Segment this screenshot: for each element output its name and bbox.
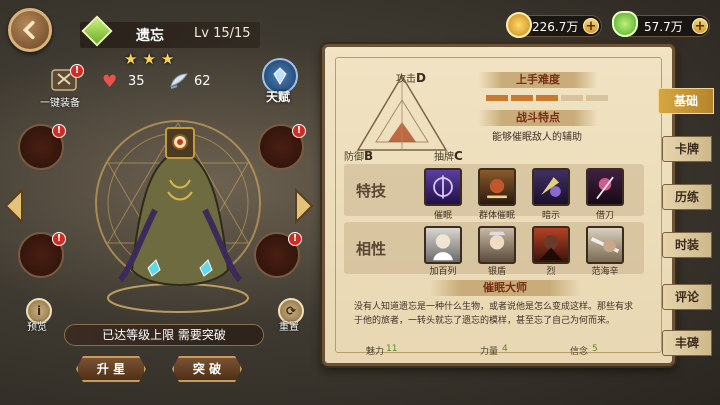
- difficulty-segment: [586, 95, 608, 101]
- speed-value: 62: [194, 74, 211, 89]
- refresh-icon: ⟳: [285, 304, 297, 318]
- silver-shield-portrait-icon: [488, 231, 506, 250]
- reset-label: 重置: [279, 322, 299, 333]
- difficulty-segment: [486, 95, 508, 101]
- skill-name-3: 暗示: [541, 211, 560, 221]
- draw-grade: C: [454, 149, 463, 163]
- skill-card-1[interactable]: [424, 168, 462, 206]
- tab-training[interactable]: 历练: [662, 184, 712, 210]
- equip-slot-2[interactable]: !: [18, 232, 66, 278]
- relation-card-3[interactable]: [532, 226, 570, 264]
- stat-value-1: 11: [386, 344, 398, 354]
- defense-grade: B: [364, 149, 374, 163]
- defense-vertex: 防御B: [344, 148, 373, 163]
- talent-label: 天赋: [266, 90, 291, 104]
- star-up-button[interactable]: 升 星: [76, 356, 146, 382]
- relation-card-1[interactable]: [424, 226, 462, 264]
- attack-label: 攻击: [396, 74, 416, 85]
- auto-equip-label: 一键装备: [40, 98, 80, 109]
- slot-alert-badge: !: [288, 232, 302, 246]
- mass-hypnosis-icon: [487, 178, 507, 199]
- gold-coin-icon: [506, 12, 532, 38]
- skill-card-3[interactable]: [532, 168, 570, 206]
- skill-name-2: 群体催眠: [478, 211, 515, 221]
- slot-alert-badge: !: [292, 124, 306, 138]
- relation-name-2: 银盾: [487, 267, 506, 277]
- gem-amount: 57.7万: [644, 20, 683, 34]
- equip-slot-4[interactable]: !: [254, 232, 302, 278]
- relations-label: 相性: [356, 240, 387, 258]
- talent-emblem-icon: [273, 67, 287, 85]
- tab-monument[interactable]: 丰碑: [662, 330, 712, 356]
- equip-slot-3[interactable]: !: [258, 124, 306, 170]
- stat-key-2: 力量: [480, 347, 499, 357]
- stat-key-1: 魅力: [366, 347, 385, 357]
- hero-character-art: [117, 127, 243, 286]
- hp-value: 35: [128, 74, 145, 89]
- relation-name-4: 范海辛: [591, 267, 619, 277]
- equip-alert-badge: !: [70, 64, 84, 78]
- defense-label: 防御: [344, 152, 364, 163]
- gold-amount: 226.7万: [532, 20, 579, 34]
- tab-comments[interactable]: 评论: [662, 284, 712, 310]
- back-button[interactable]: [8, 8, 52, 52]
- suggestion-icon: [541, 177, 561, 197]
- borrow-blade-icon: [596, 176, 614, 200]
- van-helsing-portrait-icon: [590, 237, 620, 253]
- bio-title: 催眠大师: [430, 280, 580, 296]
- equip-slot-1[interactable]: !: [18, 124, 66, 170]
- relation-card-4[interactable]: [586, 226, 624, 264]
- skill-name-1: 催眠: [433, 211, 452, 221]
- auto-equip-button[interactable]: !: [44, 64, 84, 96]
- difficulty-title: 上手难度: [478, 72, 598, 88]
- attack-vertex: 攻击D: [396, 70, 426, 85]
- hero-name: 遗忘: [136, 28, 164, 44]
- info-icon: i: [36, 304, 42, 318]
- star-rating: ★★★: [124, 50, 180, 68]
- arrow-left-icon: [4, 187, 23, 225]
- tab-cards[interactable]: 卡牌: [662, 136, 712, 162]
- draw-vertex: 抽牌C: [434, 148, 463, 163]
- skill-card-4[interactable]: [586, 168, 624, 206]
- skill-card-2[interactable]: [478, 168, 516, 206]
- chevron-left-icon: [22, 20, 35, 40]
- difficulty-segment: [536, 95, 558, 101]
- relation-name-3: 烈: [546, 267, 556, 277]
- skill-name-4: 借刀: [595, 211, 614, 221]
- preview-label: 预览: [27, 322, 47, 333]
- breakthrough-button[interactable]: 突 破: [172, 356, 242, 382]
- difficulty-segment: [561, 95, 583, 101]
- next-hero-button[interactable]: [290, 186, 316, 226]
- add-gem-button[interactable]: +: [692, 18, 708, 34]
- prev-hero-button[interactable]: [2, 186, 28, 226]
- hero-level: Lv 15/15: [194, 26, 251, 41]
- relation-name-1: 加百列: [429, 267, 457, 277]
- level-limit-notice: 已达等级上限 需要突破: [64, 324, 264, 346]
- tab-costume[interactable]: 时装: [662, 232, 712, 258]
- arrow-right-icon: [295, 187, 314, 225]
- tab-basic[interactable]: 基础: [658, 88, 714, 114]
- slot-alert-badge: !: [52, 232, 66, 246]
- attack-grade: D: [416, 71, 426, 85]
- feature-title: 战斗特点: [478, 110, 598, 126]
- skills-label: 特技: [356, 182, 387, 200]
- hypnosis-icon: [433, 175, 453, 199]
- heart-icon: ♥: [102, 72, 118, 92]
- green-crystal-icon: [612, 11, 638, 37]
- add-gold-button[interactable]: +: [583, 18, 599, 34]
- draw-label: 抽牌: [434, 152, 454, 163]
- stat-key-3: 信念: [570, 347, 589, 357]
- feature-text: 能够催眠敌人的辅助: [492, 132, 582, 143]
- stat-value-3: 5: [592, 344, 598, 354]
- relation-card-2[interactable]: [478, 226, 516, 264]
- lie-portrait-icon: [539, 235, 563, 261]
- wing-icon: [170, 73, 189, 89]
- difficulty-segment: [511, 95, 533, 101]
- stat-value-2: 4: [502, 344, 508, 354]
- gabriel-portrait-icon: [433, 234, 453, 261]
- bio-text: 没有人知道遗忘是一种什么生物，或者说他是怎么变成这样。那些有求于他的旅者，一转头…: [354, 302, 634, 326]
- slot-alert-badge: !: [52, 124, 66, 138]
